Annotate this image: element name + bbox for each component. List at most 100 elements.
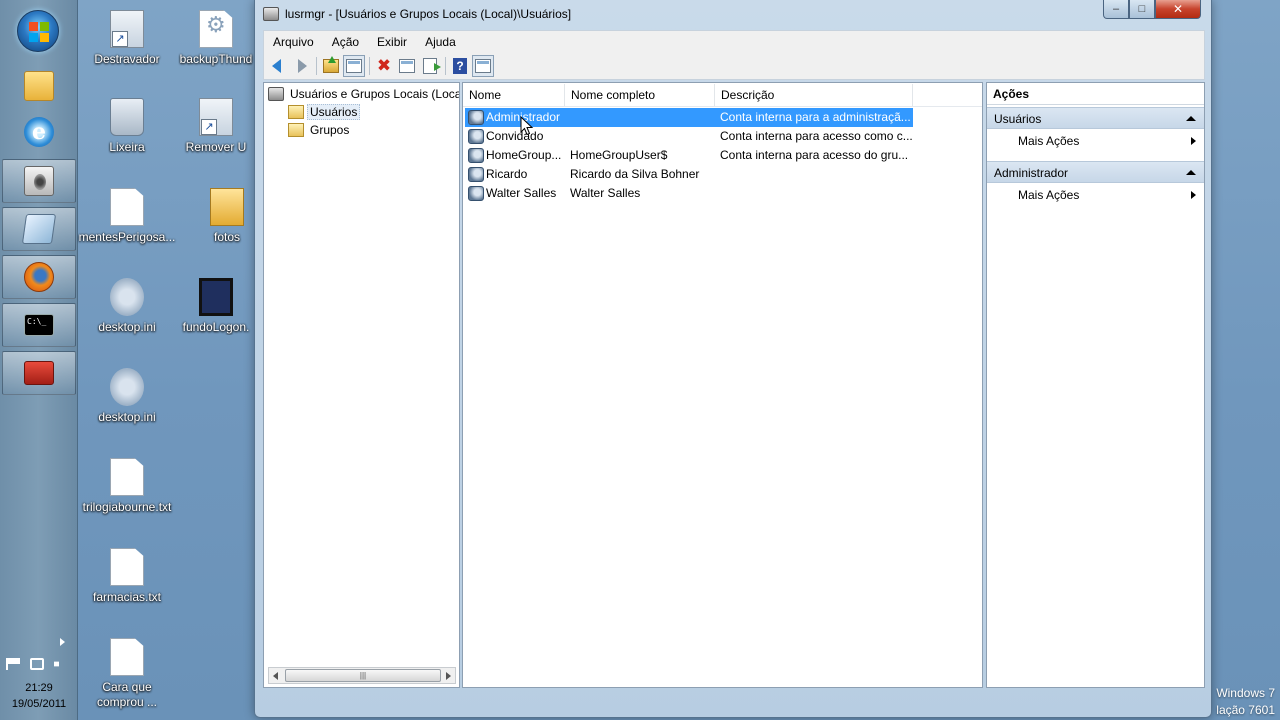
user-icon xyxy=(468,110,484,125)
delete-button[interactable]: ✖ xyxy=(373,55,395,77)
show-hide-tree-icon xyxy=(346,58,362,73)
tree-item-label: Usuários xyxy=(307,104,361,120)
scroll-right-icon[interactable] xyxy=(446,672,451,680)
more-actions-label: Mais Ações xyxy=(1018,134,1080,148)
back-button[interactable] xyxy=(267,55,289,77)
ie-icon: e xyxy=(24,117,54,147)
window-title: lusrmgr - [Usuários e Grupos Locais (Loc… xyxy=(285,7,572,21)
tree-item-grupos[interactable]: Grupos xyxy=(288,121,349,139)
show-hide-action-pane-button[interactable] xyxy=(472,54,494,77)
clock[interactable]: 21:29 19/05/2011 xyxy=(0,680,78,712)
maximize-button[interactable]: □ xyxy=(1129,0,1155,19)
taskbar-toolbox-button[interactable] xyxy=(2,351,76,395)
scroll-left-icon[interactable] xyxy=(273,672,278,680)
cell-description: Conta interna para acesso do gru... xyxy=(720,148,909,162)
column-header-nome[interactable]: Nome xyxy=(463,84,565,106)
desktop-icon-label: Remover U xyxy=(185,140,247,154)
user-icon xyxy=(468,129,484,144)
up-folder-button[interactable] xyxy=(320,55,342,77)
volume-icon[interactable] xyxy=(54,658,64,670)
desktop-icon-desktop-ini-1[interactable]: desktop.ini xyxy=(77,278,177,335)
tree-root[interactable]: Usuários e Grupos Locais (Local) xyxy=(268,85,460,103)
table-row[interactable]: HomeGroup... HomeGroupUser$ Conta intern… xyxy=(465,146,913,165)
taskbar: e C:\_ 21:29 19/05/2011 xyxy=(0,0,78,720)
taskbar-firefox-button[interactable] xyxy=(2,255,76,299)
taskbar-notes-button[interactable] xyxy=(2,207,76,251)
delete-icon: ✖ xyxy=(376,55,392,75)
actions-section-usuarios[interactable]: Usuários xyxy=(987,107,1204,129)
document-icon xyxy=(110,458,144,496)
desktop-icon-mentesperigosas[interactable]: mentesPerigosa... xyxy=(77,188,177,245)
menu-arquivo[interactable]: Arquivo xyxy=(264,32,323,52)
more-actions-label: Mais Ações xyxy=(1018,188,1080,202)
collapse-icon[interactable] xyxy=(1186,116,1196,121)
recycle-bin-icon xyxy=(110,98,144,136)
cell-full-name: Ricardo da Silva Bohner xyxy=(570,167,700,181)
tree-horizontal-scrollbar[interactable]: ||| xyxy=(268,667,456,684)
tree-root-label: Usuários e Grupos Locais (Local) xyxy=(290,87,460,101)
desktop-icon-backup[interactable]: backupThund xyxy=(176,10,256,67)
desktop-icon-trilogiabourne[interactable]: trilogiabourne.txt xyxy=(77,458,177,515)
cell-name: Ricardo xyxy=(486,167,528,181)
network-icon[interactable] xyxy=(30,658,44,670)
table-row[interactable]: Ricardo Ricardo da Silva Bohner xyxy=(465,165,913,184)
more-actions-usuarios[interactable]: Mais Ações xyxy=(987,131,1204,151)
minimize-button[interactable]: – xyxy=(1103,0,1129,19)
desktop-icon-remover[interactable]: Remover U xyxy=(176,98,256,155)
column-header-descricao[interactable]: Descrição xyxy=(715,84,913,106)
system-tray: 21:29 19/05/2011 xyxy=(0,630,78,720)
forward-icon xyxy=(298,58,307,73)
taskbar-ie-button[interactable]: e xyxy=(2,110,76,154)
desktop-icon-label: desktop.ini xyxy=(98,410,156,424)
more-actions-administrador[interactable]: Mais Ações xyxy=(987,185,1204,205)
toolbar-separator xyxy=(445,56,446,75)
properties-button[interactable] xyxy=(396,55,418,77)
desktop-icon-label: Destravador xyxy=(94,52,160,66)
desktop-icon-fundologon[interactable]: fundoLogon. xyxy=(176,278,256,335)
up-folder-icon xyxy=(323,55,339,73)
taskbar-cmd-button[interactable]: C:\_ xyxy=(2,303,76,347)
folder-icon xyxy=(24,71,54,101)
show-hidden-icons-icon[interactable] xyxy=(60,638,65,646)
desktop-icon-destravador[interactable]: Destravador xyxy=(77,10,177,67)
menu-acao[interactable]: Ação xyxy=(323,32,368,52)
cell-name: HomeGroup... xyxy=(486,148,562,162)
help-button[interactable]: ? xyxy=(449,55,471,77)
menu-exibir[interactable]: Exibir xyxy=(368,32,416,52)
config-file-icon xyxy=(110,278,144,316)
desktop-icon-label: Cara que comprou ... xyxy=(96,680,158,709)
forward-button[interactable] xyxy=(290,55,312,77)
show-hide-tree-button[interactable] xyxy=(343,54,365,77)
lusrmgr-window: lusrmgr - [Usuários e Grupos Locais (Loc… xyxy=(254,0,1212,718)
toolbar-separator xyxy=(369,56,370,75)
tree-item-label: Grupos xyxy=(310,123,350,137)
menu-ajuda[interactable]: Ajuda xyxy=(416,32,465,52)
cell-description: Conta interna para acesso como c... xyxy=(720,129,912,143)
desktop-icon-farmacias[interactable]: farmacias.txt xyxy=(77,548,177,605)
actions-section-administrador[interactable]: Administrador xyxy=(987,161,1204,183)
cell-full-name: HomeGroupUser$ xyxy=(570,148,668,162)
collapse-icon[interactable] xyxy=(1186,170,1196,175)
notepad-icon xyxy=(21,214,57,244)
settings-file-icon xyxy=(199,10,233,48)
desktop-icon-cara-que-comprou[interactable]: Cara que comprou ... xyxy=(87,638,167,710)
shortcut-icon xyxy=(199,98,233,136)
scroll-thumb[interactable]: ||| xyxy=(285,669,441,682)
users-list: Nome Nome completo Descrição Administrad… xyxy=(462,82,983,688)
title-bar[interactable]: lusrmgr - [Usuários e Grupos Locais (Loc… xyxy=(255,0,1211,30)
folder-icon xyxy=(288,123,304,137)
actions-title: Ações xyxy=(987,83,1204,105)
taskbar-explorer-button[interactable] xyxy=(2,64,76,108)
desktop-icon-desktop-ini-2[interactable]: desktop.ini xyxy=(77,368,177,425)
desktop-icon-lixeira[interactable]: Lixeira xyxy=(77,98,177,155)
action-center-icon[interactable] xyxy=(6,658,20,670)
export-icon xyxy=(423,57,441,74)
tree-item-usuarios[interactable]: Usuários xyxy=(288,103,361,121)
column-header-nome-completo[interactable]: Nome completo xyxy=(565,84,715,106)
close-button[interactable]: ✕ xyxy=(1155,0,1201,19)
taskbar-media-button[interactable] xyxy=(2,159,76,203)
export-list-button[interactable] xyxy=(419,55,441,77)
local-users-groups-icon xyxy=(268,87,284,101)
windows-orb-icon[interactable] xyxy=(17,10,59,52)
table-row[interactable]: Walter Salles Walter Salles xyxy=(465,184,913,203)
